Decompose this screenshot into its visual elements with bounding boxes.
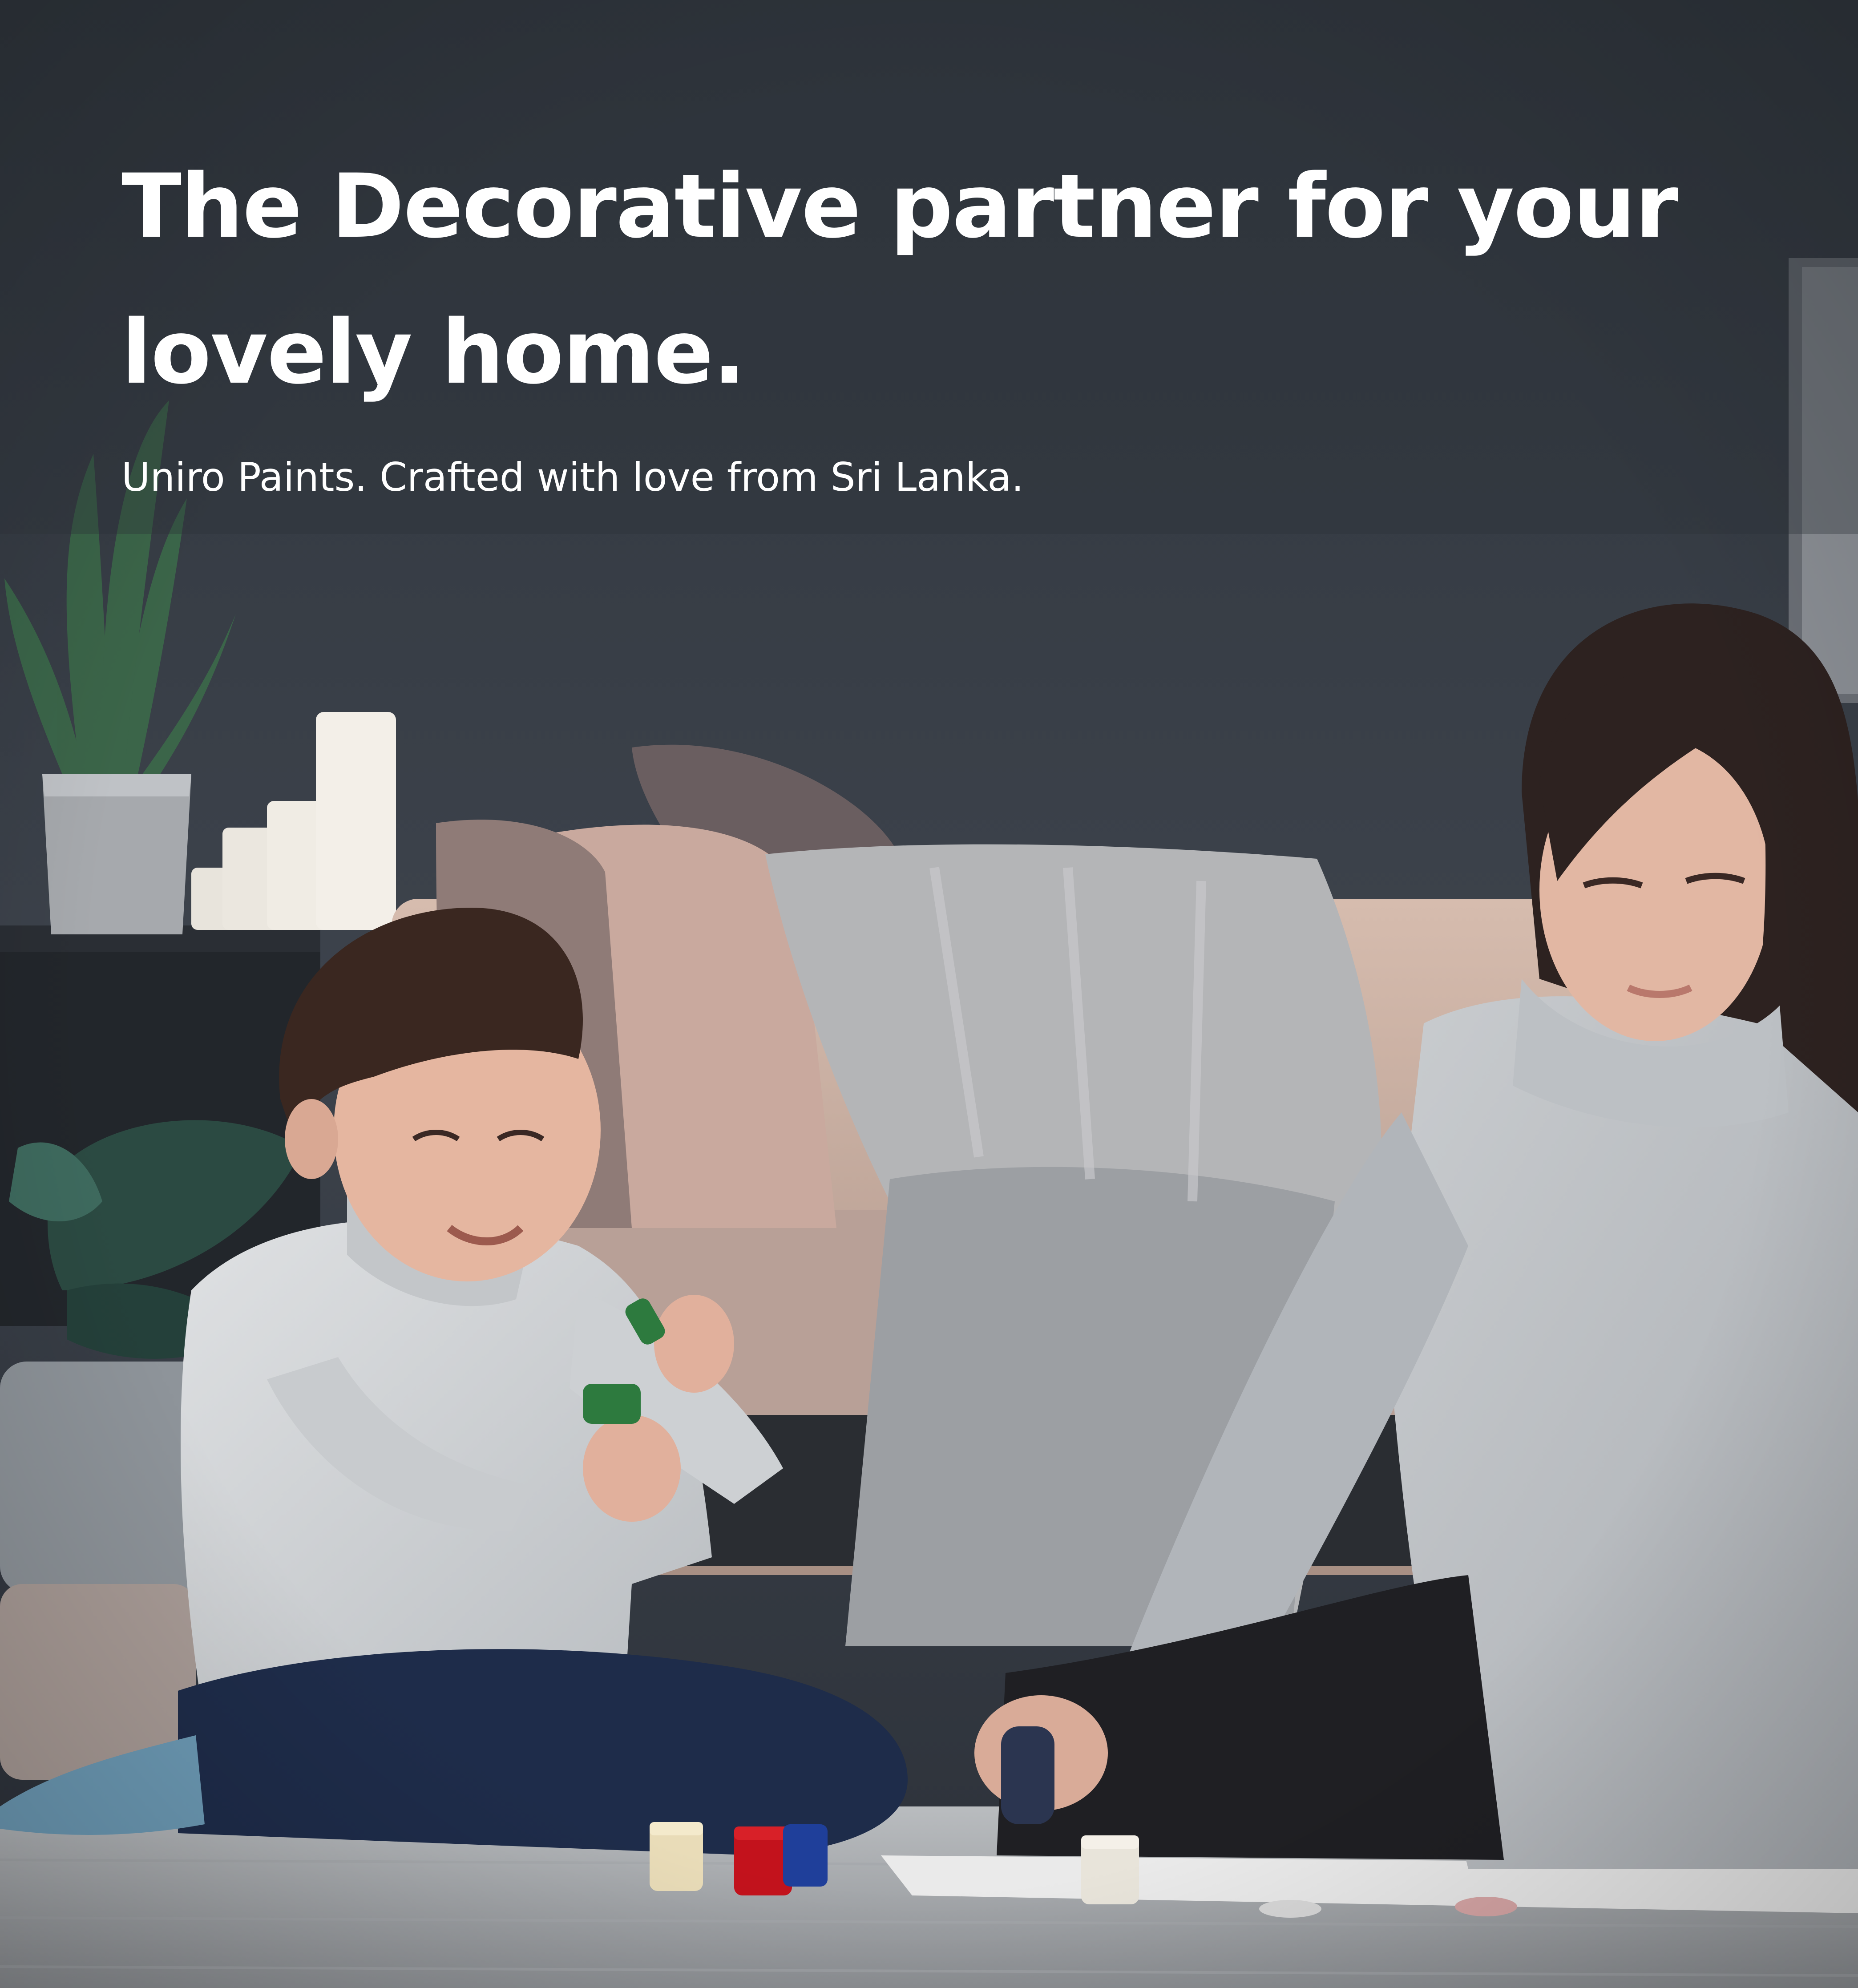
hero-subline: Uniro Paints. Crafted with love from Sri… — [121, 454, 1024, 500]
hero-copy: The Decorative partner for your lovely h… — [121, 133, 1679, 502]
hero-section: The Decorative partner for your lovely h… — [0, 0, 1858, 1988]
hero-headline: The Decorative partner for your lovely h… — [121, 155, 1678, 404]
